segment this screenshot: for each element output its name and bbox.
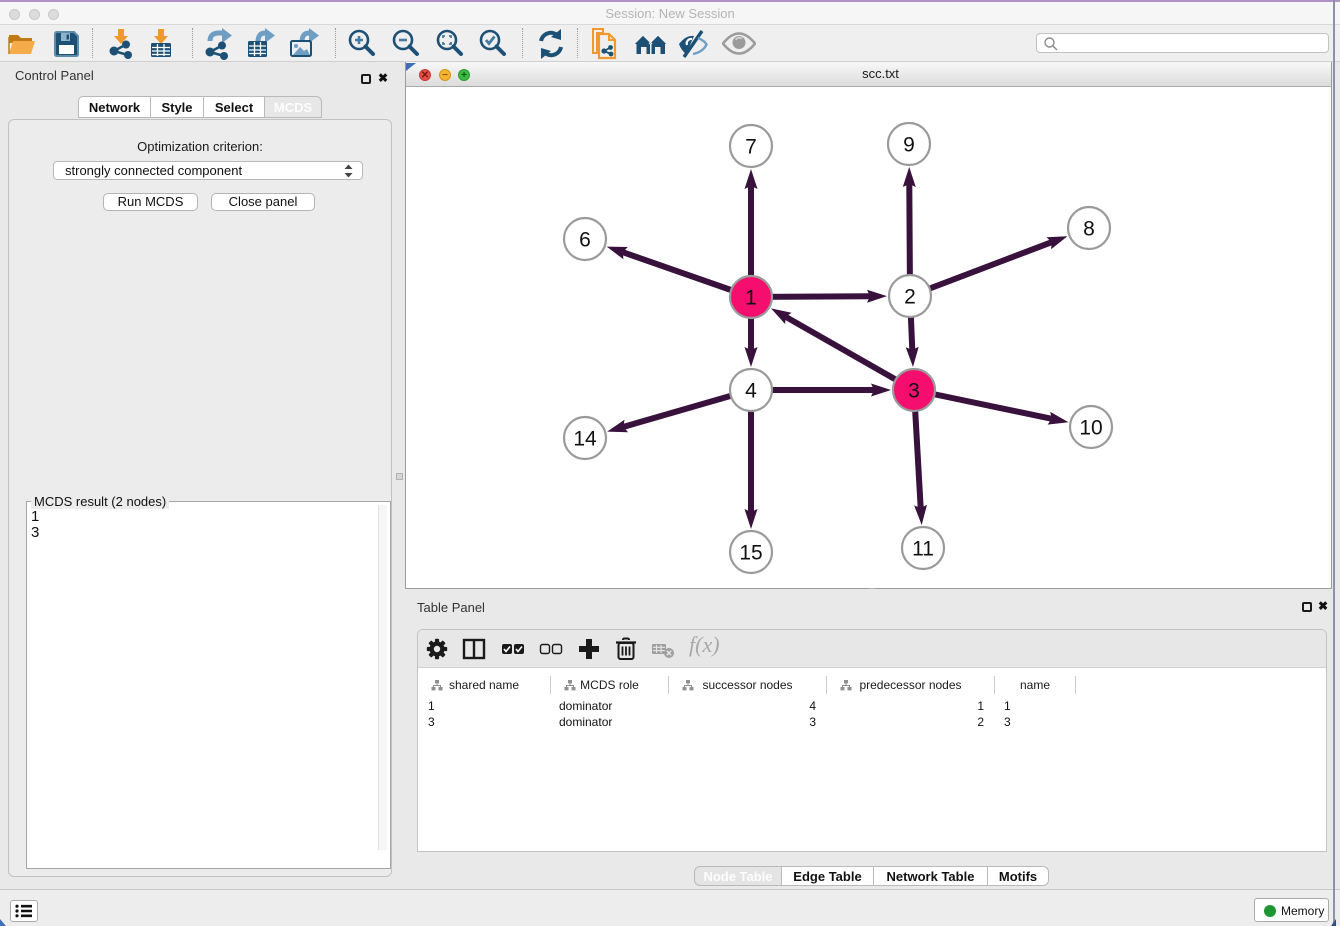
svg-text:6: 6 bbox=[579, 229, 591, 252]
svg-text:4: 4 bbox=[745, 380, 757, 403]
svg-text:2: 2 bbox=[904, 286, 916, 309]
svg-text:11: 11 bbox=[912, 538, 934, 561]
svg-text:14: 14 bbox=[573, 428, 597, 451]
svg-text:10: 10 bbox=[1079, 417, 1102, 440]
svg-text:7: 7 bbox=[745, 136, 757, 159]
svg-text:15: 15 bbox=[739, 542, 762, 565]
svg-text:1: 1 bbox=[745, 287, 757, 310]
svg-text:3: 3 bbox=[908, 380, 920, 403]
svg-text:9: 9 bbox=[903, 134, 915, 157]
svg-text:8: 8 bbox=[1083, 218, 1095, 241]
